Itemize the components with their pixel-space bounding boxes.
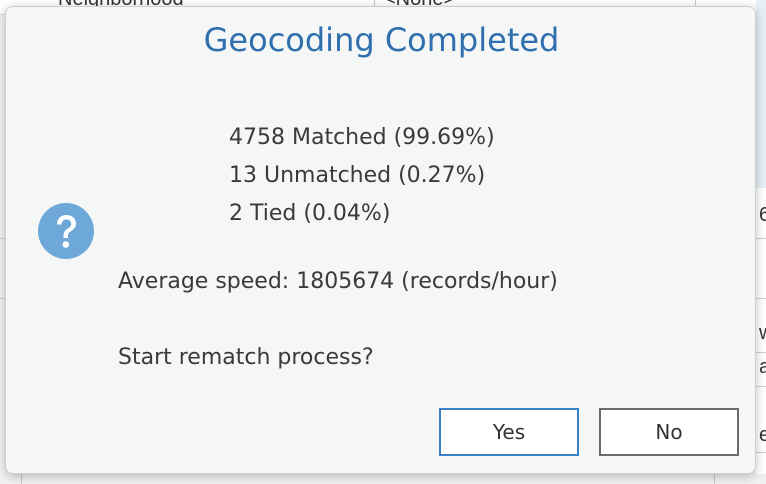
background-divider — [714, 474, 715, 484]
background-right-text: e — [759, 424, 766, 446]
background-right-highlight — [756, 0, 766, 188]
average-speed: Average speed: 1805674 (records/hour) — [118, 269, 558, 294]
match-statistics: 4758 Matched (99.69%) 13 Unmatched (0.27… — [229, 119, 495, 233]
question-icon — [38, 203, 94, 259]
background-right-text: a — [759, 356, 766, 378]
geocoding-completed-dialog: Geocoding Completed 4758 Matched (99.69%… — [5, 6, 756, 474]
background-divider — [756, 452, 766, 453]
no-button-label: No — [655, 420, 683, 444]
background-right-text: w — [759, 322, 766, 345]
dialog-title: Geocoding Completed — [203, 21, 560, 59]
background-divider — [756, 298, 766, 299]
yes-button[interactable]: Yes — [439, 408, 579, 456]
background-divider — [756, 352, 766, 353]
matched-count: 4758 Matched (99.69%) — [229, 125, 495, 150]
unmatched-count: 13 Unmatched (0.27%) — [229, 163, 486, 188]
no-button[interactable]: No — [599, 408, 739, 456]
background-divider — [756, 238, 766, 239]
background-divider — [756, 386, 766, 387]
background-right-text: 6 — [759, 204, 766, 226]
background-divider — [21, 474, 22, 484]
background-bottom-strip — [0, 474, 766, 484]
yes-button-label: Yes — [492, 420, 526, 444]
tied-count: 2 Tied (0.04%) — [229, 201, 391, 226]
rematch-prompt: Start rematch process? — [118, 345, 374, 370]
